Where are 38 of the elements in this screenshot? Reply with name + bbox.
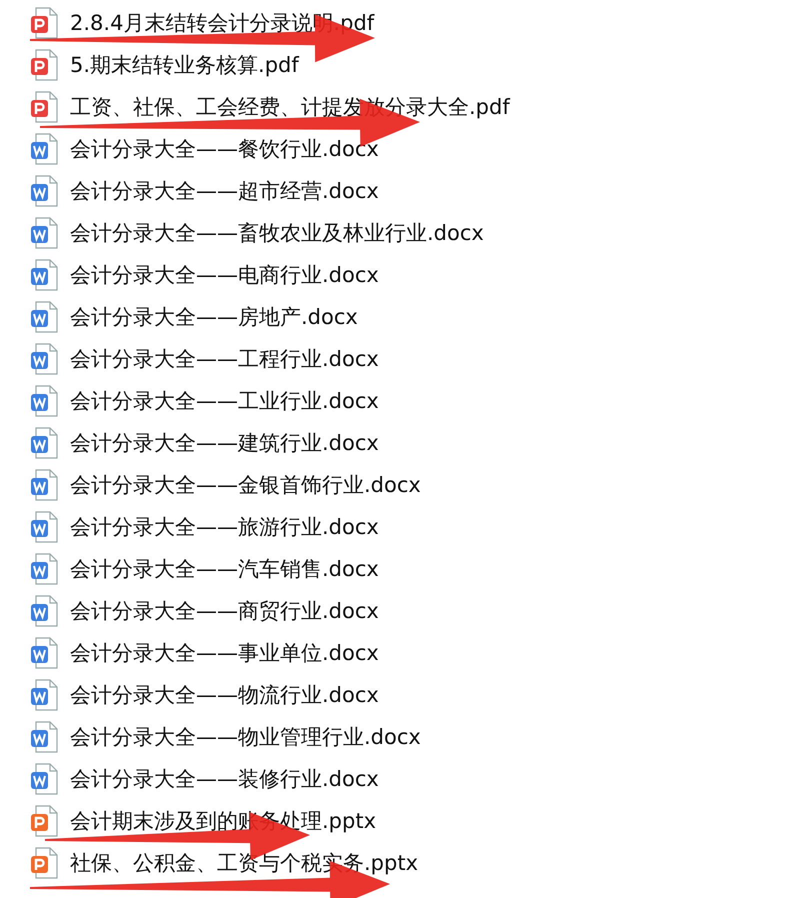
file-name[interactable]: 会计分录大全——建筑行业.docx xyxy=(70,429,379,457)
slides-icon xyxy=(30,847,60,879)
pdf-icon xyxy=(30,7,60,39)
document-icon xyxy=(30,721,60,753)
file-name[interactable]: 会计分录大全——装修行业.docx xyxy=(70,765,379,793)
file-name[interactable]: 会计分录大全——事业单位.docx xyxy=(70,639,379,667)
slides-icon xyxy=(30,805,60,837)
file-name[interactable]: 会计分录大全——物流行业.docx xyxy=(70,681,379,709)
document-icon xyxy=(30,259,60,291)
document-icon xyxy=(30,385,60,417)
document-icon xyxy=(30,343,60,375)
file-name[interactable]: 会计分录大全——电商行业.docx xyxy=(70,261,379,289)
file-name[interactable]: 会计分录大全——商贸行业.docx xyxy=(70,597,379,625)
file-name[interactable]: 会计分录大全——餐饮行业.docx xyxy=(70,135,379,163)
pdf-icon xyxy=(30,49,60,81)
pdf-icon xyxy=(30,91,60,123)
document-icon xyxy=(30,595,60,627)
document-icon xyxy=(30,763,60,795)
document-icon xyxy=(30,637,60,669)
file-name[interactable]: 会计分录大全——旅游行业.docx xyxy=(70,513,379,541)
file-name[interactable]: 会计分录大全——工程行业.docx xyxy=(70,345,379,373)
file-name[interactable]: 会计分录大全——汽车销售.docx xyxy=(70,555,379,583)
document-icon xyxy=(30,133,60,165)
document-icon xyxy=(30,427,60,459)
file-name[interactable]: 5.期末结转业务核算.pdf xyxy=(70,51,299,79)
file-name[interactable]: 会计分录大全——金银首饰行业.docx xyxy=(70,471,421,499)
document-icon xyxy=(30,175,60,207)
document-icon xyxy=(30,301,60,333)
document-icon xyxy=(30,679,60,711)
document-icon xyxy=(30,511,60,543)
document-icon xyxy=(30,469,60,501)
file-name[interactable]: 会计分录大全——超市经营.docx xyxy=(70,177,379,205)
file-name[interactable]: 会计分录大全——畜牧农业及林业行业.docx xyxy=(70,219,484,247)
file-name[interactable]: 会计分录大全——物业管理行业.docx xyxy=(70,723,421,751)
file-name[interactable]: 会计分录大全——房地产.docx xyxy=(70,303,358,331)
file-name[interactable]: 会计分录大全——工业行业.docx xyxy=(70,387,379,415)
document-icon xyxy=(30,553,60,585)
document-icon xyxy=(30,217,60,249)
